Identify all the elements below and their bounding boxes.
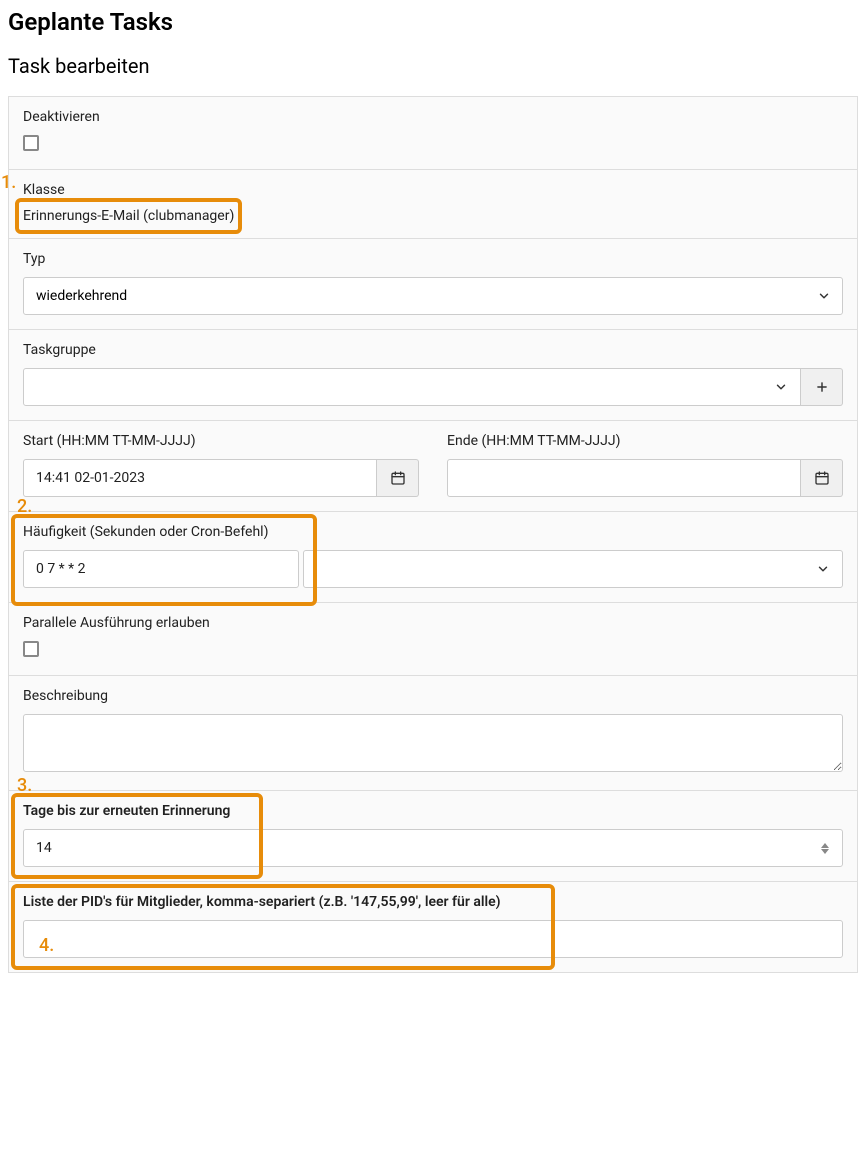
- end-input[interactable]: [447, 459, 801, 497]
- class-label: Klasse: [23, 182, 843, 198]
- reminder-days-label: Tage bis zur erneuten Erinnerung: [23, 803, 843, 819]
- chevron-down-icon: [774, 380, 788, 394]
- taskgroup-add-button[interactable]: [801, 368, 843, 406]
- row-pid-list: Liste der PID's für Mitglieder, komma-se…: [9, 882, 857, 972]
- description-label: Beschreibung: [23, 688, 843, 704]
- page-subtitle: Task bearbeiten: [8, 54, 858, 78]
- pid-list-label: Liste der PID's für Mitglieder, komma-se…: [23, 894, 843, 910]
- row-frequency: Häufigkeit (Sekunden oder Cron-Befehl): [9, 512, 857, 603]
- taskgroup-select[interactable]: [23, 368, 801, 406]
- row-start-end: Start (HH:MM TT-MM-JJJJ) 2. Ende (HH:MM …: [9, 421, 857, 512]
- col-end: Ende (HH:MM TT-MM-JJJJ): [447, 433, 843, 497]
- reminder-days-input[interactable]: [23, 829, 843, 867]
- row-reminder-days: Tage bis zur erneuten Erinnerung: [9, 791, 857, 882]
- chevron-down-icon: [816, 562, 830, 576]
- spinner-down-icon: [821, 849, 829, 854]
- calendar-icon: [814, 470, 830, 486]
- row-parallel: Parallele Ausführung erlauben: [9, 603, 857, 676]
- type-select-value: wiederkehrend: [36, 288, 127, 304]
- edit-task-form: Deaktivieren 1. Klasse Erinnerungs-E-Mai…: [8, 96, 858, 973]
- calendar-icon: [390, 470, 406, 486]
- type-select[interactable]: wiederkehrend: [23, 277, 843, 315]
- page-title: Geplante Tasks: [8, 8, 858, 36]
- start-input[interactable]: [23, 459, 377, 497]
- pid-list-input[interactable]: [23, 920, 843, 958]
- end-datepicker-button[interactable]: [801, 459, 843, 497]
- plus-icon: [815, 380, 829, 394]
- description-textarea[interactable]: [23, 714, 843, 772]
- frequency-preset-select[interactable]: [303, 550, 843, 588]
- type-label: Typ: [23, 251, 843, 267]
- row-deactivate: Deaktivieren: [9, 97, 857, 170]
- annotation-number-1: 1.: [1, 172, 16, 193]
- parallel-checkbox[interactable]: [23, 641, 39, 657]
- start-datepicker-button[interactable]: [377, 459, 419, 497]
- row-class: 1. Klasse Erinnerungs-E-Mail (clubmanage…: [9, 170, 857, 239]
- deactivate-checkbox[interactable]: [23, 135, 39, 151]
- taskgroup-label: Taskgruppe: [23, 342, 843, 358]
- class-value: Erinnerungs-E-Mail (clubmanager): [23, 208, 234, 224]
- row-type: Typ wiederkehrend: [9, 239, 857, 330]
- parallel-label: Parallele Ausführung erlauben: [23, 615, 843, 631]
- col-start: Start (HH:MM TT-MM-JJJJ) 2.: [23, 433, 419, 497]
- frequency-input[interactable]: [23, 550, 299, 588]
- row-taskgroup: Taskgruppe: [9, 330, 857, 421]
- end-label: Ende (HH:MM TT-MM-JJJJ): [447, 433, 843, 449]
- spinner-up-icon: [821, 843, 829, 848]
- start-label: Start (HH:MM TT-MM-JJJJ): [23, 433, 419, 449]
- frequency-label: Häufigkeit (Sekunden oder Cron-Befehl): [23, 524, 843, 540]
- row-description: Beschreibung 3.: [9, 676, 857, 791]
- deactivate-label: Deaktivieren: [23, 109, 843, 125]
- number-spinner[interactable]: [821, 839, 835, 857]
